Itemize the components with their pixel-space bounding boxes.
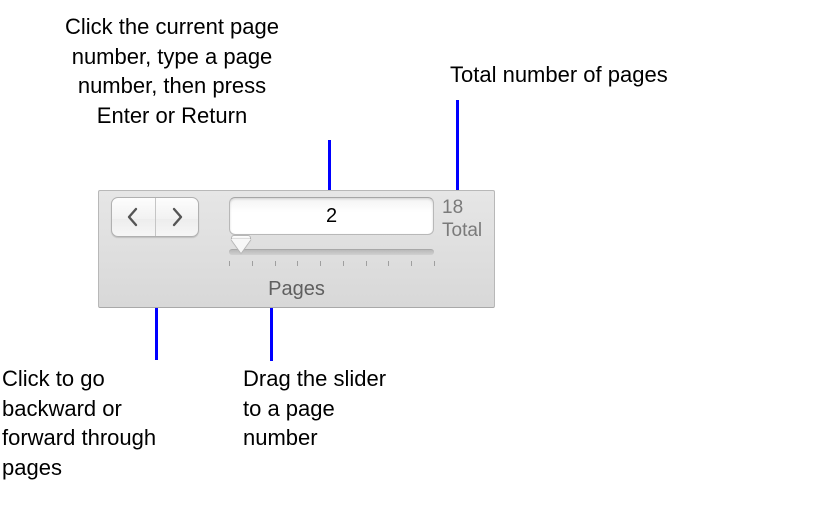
leader-line [456,100,459,202]
total-pages-number: 18 [442,197,497,220]
current-page-input[interactable] [229,197,434,235]
next-page-button[interactable] [156,198,199,236]
page-slider-thumb[interactable] [231,239,251,261]
annotated-diagram: Click the current page number, type a pa… [0,0,824,506]
total-pages-readout: 18 Total [442,197,497,243]
callout-nav-buttons: Click to go backward or forward through … [2,364,212,483]
prev-page-button[interactable] [112,198,156,236]
callout-slider: Drag the slider to a page number [243,364,443,453]
chevron-left-icon [112,207,155,227]
total-pages-label: Total [442,220,497,243]
chevron-right-icon [156,207,199,227]
page-slider-ticks [229,261,434,267]
pages-navigator-panel: 18 Total Pages [98,190,495,308]
callout-page-input: Click the current page number, type a pa… [22,12,322,131]
callout-total-pages: Total number of pages [450,60,740,90]
page-nav-segmented-control [111,197,199,237]
panel-title: Pages [99,278,494,301]
page-slider-track[interactable] [229,249,434,255]
